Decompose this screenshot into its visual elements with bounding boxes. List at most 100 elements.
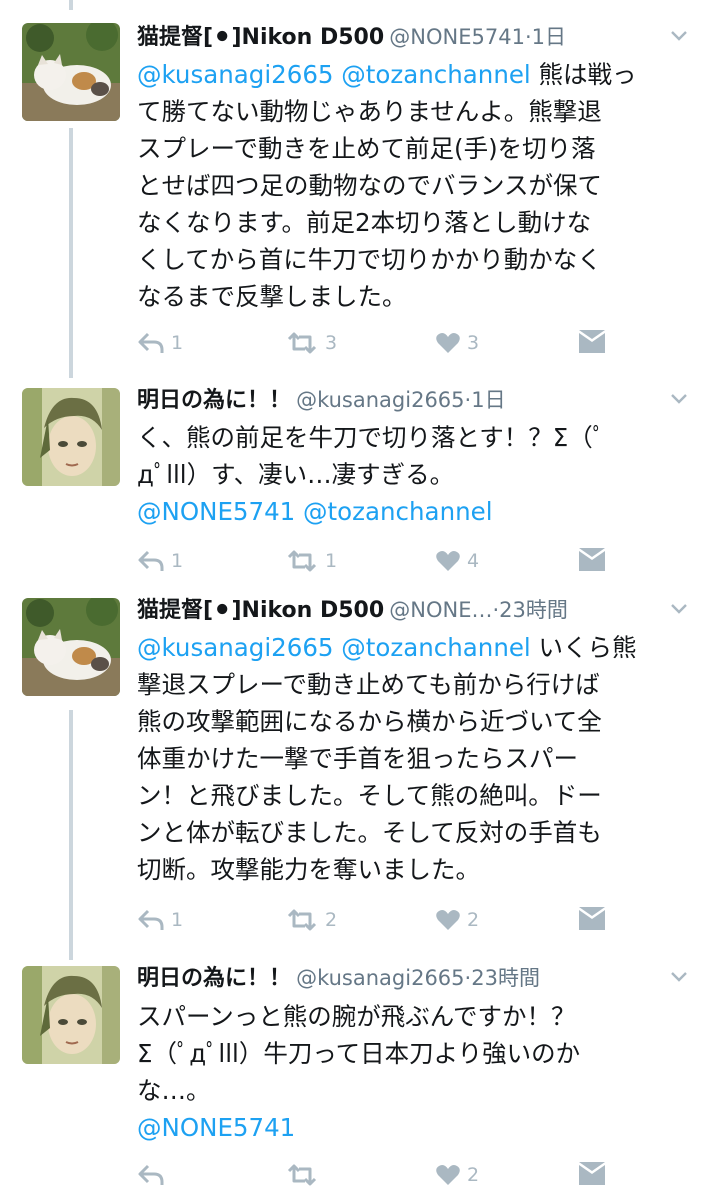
tweet-actions: 1 1 4	[137, 545, 607, 577]
display-name[interactable]: 明日の為に！！	[137, 966, 291, 991]
retweet-icon	[287, 909, 317, 931]
timestamp[interactable]: 1日	[532, 25, 566, 49]
retweet-button[interactable]: 1	[285, 545, 337, 577]
timestamp[interactable]: 23時間	[471, 966, 540, 990]
display-name[interactable]: 猫提督[⚫]Nikon D500	[137, 25, 384, 50]
direct-message-icon	[579, 1162, 605, 1185]
retweet-icon	[287, 1164, 317, 1186]
user-handle[interactable]: @NONE5741	[389, 25, 525, 49]
tweet-text: スパーンっと熊の腕が飛ぶんですか！？ Σ（ﾟдﾟlll）牛刀って日本刀より強いの…	[137, 998, 689, 1146]
text-line: 切断。攻撃能力を奪いました。	[137, 855, 480, 884]
avatar[interactable]	[22, 966, 120, 1064]
text-line: 熊の攻撃範囲になるから横から近づいて全	[137, 707, 602, 736]
avatar[interactable]	[22, 598, 120, 696]
mention-links[interactable]: @NONE5741	[137, 1109, 689, 1146]
chevron-down-icon[interactable]	[670, 971, 688, 983]
text-line: ン！と飛びました。そして熊の絶叫。ドー	[137, 781, 602, 810]
reply-count: 1	[171, 909, 184, 931]
text-line: なくなります。前足2本切り落とし動けな	[137, 208, 592, 237]
like-button[interactable]: 3	[435, 327, 479, 359]
direct-message-button[interactable]	[577, 904, 607, 936]
tweet-header: 猫提督[⚫]Nikon D500 @NONE…·23時間	[137, 593, 688, 627]
chevron-down-icon[interactable]	[670, 393, 688, 405]
text-line: 撃退スプレーで動き止めても前から行けば	[137, 670, 600, 699]
heart-icon	[436, 910, 460, 930]
heart-icon	[436, 1165, 460, 1185]
avatar[interactable]	[22, 388, 120, 486]
reply-count: 1	[171, 550, 184, 572]
retweet-count: 1	[325, 550, 338, 572]
direct-message-button[interactable]	[577, 545, 607, 577]
tweet-actions: 1 2 2	[137, 904, 607, 936]
avatar[interactable]	[22, 23, 120, 121]
timestamp[interactable]: 1日	[471, 388, 505, 412]
like-count: 3	[467, 332, 480, 354]
like-button[interactable]: 2	[435, 1159, 479, 1191]
like-button[interactable]: 2	[435, 904, 479, 936]
text-line: とせば四つ足の動物なのでバランスが保て	[137, 171, 603, 200]
text-line: な…。	[137, 1076, 211, 1105]
tweet-actions: 2	[137, 1159, 607, 1191]
retweet-icon	[287, 550, 317, 572]
like-count: 2	[467, 909, 480, 931]
tweet-header: 明日の為に！！ @kusanagi2665·1日	[137, 383, 688, 417]
reply-arrow-icon	[138, 1164, 164, 1185]
tweet-header: 明日の為に！！ @kusanagi2665·23時間	[137, 961, 688, 995]
retweet-button[interactable]: 3	[285, 327, 337, 359]
chevron-down-icon[interactable]	[670, 603, 688, 615]
timestamp[interactable]: 23時間	[499, 598, 568, 622]
reply-arrow-icon	[138, 550, 164, 571]
retweet-button[interactable]	[285, 1159, 325, 1191]
text-line: くしてから首に牛刀で切りかかり動かなく	[137, 245, 602, 274]
mention-links[interactable]: @kusanagi2665 @tozanchannel	[137, 60, 531, 89]
reply-button[interactable]	[137, 1159, 171, 1191]
chevron-down-icon[interactable]	[670, 30, 688, 42]
reply-button[interactable]: 1	[137, 327, 183, 359]
text-line: дﾟlll）す、凄い…凄すぎる。	[137, 460, 455, 489]
reply-count: 1	[171, 332, 184, 354]
reply-arrow-icon	[138, 332, 164, 353]
text-line: 体重かけた一撃で手首を狙ったらスパー	[137, 744, 578, 773]
heart-icon	[436, 333, 460, 353]
direct-message-icon	[579, 907, 605, 930]
reply-button[interactable]: 1	[137, 545, 183, 577]
tweet-text: @kusanagi2665 @tozanchannel いくら熊 撃退スプレーで…	[137, 629, 689, 888]
cat-avatar-image	[22, 23, 120, 121]
text-line: て勝てない動物じゃありませんよ。熊撃退	[137, 97, 602, 126]
cat-avatar-image	[22, 598, 120, 696]
retweet-count: 2	[325, 909, 338, 931]
display-name[interactable]: 明日の為に！！	[137, 388, 291, 413]
direct-message-button[interactable]	[577, 1159, 607, 1191]
direct-message-icon	[579, 548, 605, 571]
like-count: 4	[467, 550, 480, 572]
illustrated-face-avatar-image	[22, 966, 120, 1064]
mention-links[interactable]: @NONE5741 @tozanchannel	[137, 493, 689, 530]
tweet-text: @kusanagi2665 @tozanchannel 熊は戦っ て勝てない動物…	[137, 56, 689, 315]
tweet-header: 猫提督[⚫]Nikon D500 @NONE5741·1日	[137, 20, 688, 54]
user-handle[interactable]: @NONE…	[389, 598, 492, 622]
text-line: スプレーで動きを止めて前足(手)を切り落	[137, 134, 596, 163]
mention-links[interactable]: @kusanagi2665 @tozanchannel	[137, 633, 531, 662]
text-line: く、熊の前足を牛刀で切り落とす！？Σ（ﾟ	[137, 423, 605, 452]
like-button[interactable]: 4	[435, 545, 479, 577]
text-line: スパーンっと熊の腕が飛ぶんですか！？	[137, 1002, 576, 1031]
tweet[interactable]: 明日の為に！！ @kusanagi2665·1日 く、熊の前足を牛刀で切り落とす…	[0, 378, 708, 588]
reply-arrow-icon	[138, 909, 164, 930]
separator: ·	[524, 25, 532, 49]
text-line: なるまで反撃しました。	[137, 282, 407, 311]
tweet[interactable]: 猫提督[⚫]Nikon D500 @NONE…·23時間 @kusanagi26…	[0, 588, 708, 960]
user-handle[interactable]: @kusanagi2665	[296, 388, 464, 412]
tweet[interactable]: 猫提督[⚫]Nikon D500 @NONE5741·1日 @kusanagi2…	[0, 0, 708, 378]
direct-message-icon	[579, 330, 605, 353]
text-line: いくら熊	[538, 633, 637, 662]
retweet-icon	[287, 332, 317, 354]
display-name[interactable]: 猫提督[⚫]Nikon D500	[137, 598, 384, 623]
tweet-text: く、熊の前足を牛刀で切り落とす！？Σ（ﾟ дﾟlll）す、凄い…凄すぎる。 @N…	[137, 419, 689, 530]
direct-message-button[interactable]	[577, 327, 607, 359]
tweet[interactable]: 明日の為に！！ @kusanagi2665·23時間 スパーンっと熊の腕が飛ぶん…	[0, 960, 708, 1200]
reply-button[interactable]: 1	[137, 904, 183, 936]
tweet-actions: 1 3 3	[137, 327, 607, 359]
retweet-button[interactable]: 2	[285, 904, 337, 936]
retweet-count: 3	[325, 332, 338, 354]
user-handle[interactable]: @kusanagi2665	[296, 966, 464, 990]
